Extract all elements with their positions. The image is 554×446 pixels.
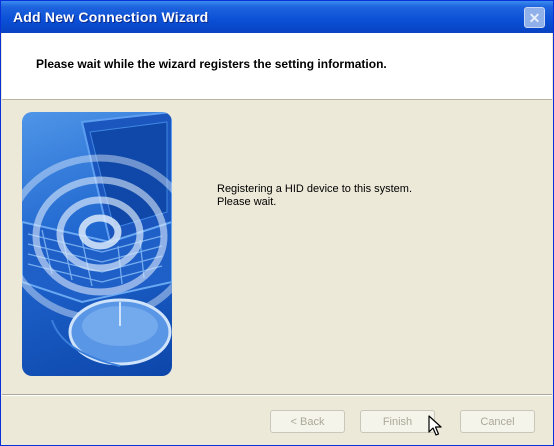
window-title: Add New Connection Wizard xyxy=(13,9,209,25)
wizard-window: Add New Connection Wizard ✕ Please wait … xyxy=(0,0,554,446)
status-line-2: Please wait. xyxy=(217,196,277,208)
header-panel: Please wait while the wizard registers t… xyxy=(2,33,552,100)
status-message: Registering a HID device to this system.… xyxy=(217,183,412,209)
header-text: Please wait while the wizard registers t… xyxy=(36,57,387,71)
close-button[interactable]: ✕ xyxy=(524,7,545,28)
back-button[interactable]: < Back xyxy=(270,410,345,433)
finish-button[interactable]: Finish xyxy=(360,410,435,433)
cancel-button[interactable]: Cancel xyxy=(460,410,535,433)
title-bar[interactable]: Add New Connection Wizard ✕ xyxy=(1,1,553,33)
wizard-art-illustration xyxy=(22,112,172,367)
wizard-art-icon xyxy=(22,112,172,376)
mouse-cursor-icon xyxy=(428,415,442,436)
close-icon: ✕ xyxy=(528,9,541,26)
status-line-1: Registering a HID device to this system. xyxy=(217,183,413,195)
footer-separator xyxy=(2,394,552,396)
